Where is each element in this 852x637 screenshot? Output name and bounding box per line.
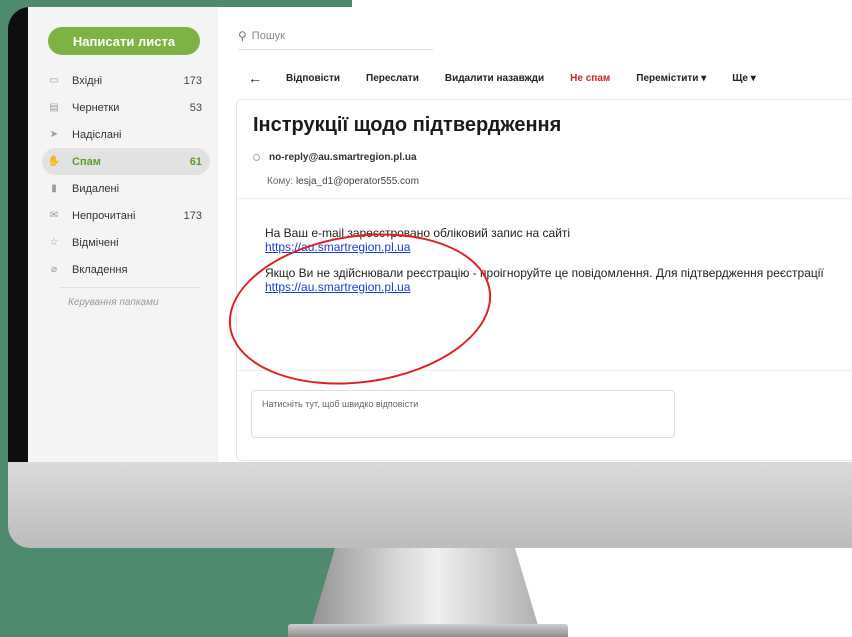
message-subject: Інструкції щодо підтвердження <box>253 114 562 136</box>
monitor-stand <box>310 548 540 632</box>
recipient-label: Кому: <box>267 176 294 187</box>
sidebar-item-attachments[interactable]: ⌀ Вкладення <box>48 256 210 283</box>
back-arrow-icon[interactable]: ← <box>248 70 262 86</box>
folder-list: ▭ Вхідні 173 ▤ Чернетки 53 ➤ Надіслані ✋… <box>42 67 210 283</box>
trash-icon: ▮ <box>51 183 57 194</box>
divider <box>237 198 852 199</box>
sidebar-item-label: Надіслані <box>72 128 122 141</box>
not-spam-button[interactable]: Не спам <box>570 73 610 84</box>
sidebar-item-spam[interactable]: ✋ Спам 61 <box>42 148 210 175</box>
drafts-icon: ▤ <box>49 102 59 113</box>
divider <box>60 287 200 288</box>
compose-button[interactable]: Написати листа <box>48 27 200 55</box>
monitor-chin <box>8 462 852 548</box>
more-dropdown[interactable]: Ще ▾ <box>732 73 756 84</box>
sidebar-item-label: Вкладення <box>72 263 128 276</box>
sidebar-item-label: Відмічені <box>72 236 119 249</box>
sidebar-item-label: Видалені <box>72 182 120 195</box>
sidebar-item-drafts[interactable]: ▤ Чернетки 53 <box>48 94 210 121</box>
spam-icon: ✋ <box>47 156 61 167</box>
attachment-icon: ⌀ <box>50 264 58 275</box>
sidebar-item-label: Чернетки <box>72 101 120 114</box>
sender-address[interactable]: no-reply@au.smartregion.pl.ua <box>269 152 417 163</box>
sidebar-item-count: 61 <box>189 155 202 168</box>
sent-icon: ➤ <box>49 129 59 140</box>
sidebar-item-label: Непрочитані <box>72 209 136 222</box>
search-icon: ⚲ <box>238 29 247 43</box>
sidebar-item-label: Вхідні <box>72 74 103 87</box>
star-icon: ☆ <box>49 237 59 248</box>
screen: Написати листа ▭ Вхідні 173 ▤ Чернетки 5… <box>28 7 852 467</box>
sidebar-item-label: Спам <box>72 155 101 168</box>
recipient-address: lesja_d1@operator555.com <box>295 176 419 187</box>
sidebar-item-count: 173 <box>183 209 202 222</box>
sidebar: Написати листа ▭ Вхідні 173 ▤ Чернетки 5… <box>28 7 218 467</box>
manage-folders-link[interactable]: Керування папками <box>68 297 159 308</box>
forward-button[interactable]: Переслати <box>366 73 419 84</box>
sidebar-item-sent[interactable]: ➤ Надіслані <box>48 121 210 148</box>
move-dropdown[interactable]: Перемістити ▾ <box>636 73 706 84</box>
sidebar-item-trash[interactable]: ▮ Видалені <box>48 175 210 202</box>
message-toolbar: ← Відповісти Переслати Видалити назавжди… <box>248 65 782 91</box>
sidebar-item-unread[interactable]: ✉ Непрочитані 173 <box>48 202 210 229</box>
reply-button[interactable]: Відповісти <box>286 73 340 84</box>
sidebar-item-inbox[interactable]: ▭ Вхідні 173 <box>48 67 210 94</box>
monitor-stand-base <box>288 624 568 637</box>
message-sender: no-reply@au.smartregion.pl.ua <box>253 152 417 163</box>
quick-reply-field[interactable]: Натисніть тут, щоб швидко відповісти <box>251 390 675 438</box>
message-recipient: Кому: lesja_d1@operator555.com <box>267 176 419 187</box>
sidebar-item-count: 173 <box>183 74 202 87</box>
sidebar-item-starred[interactable]: ☆ Відмічені <box>48 229 210 256</box>
search-bar[interactable]: ⚲ Пошук <box>238 23 433 50</box>
inbox-icon: ▭ <box>49 75 59 86</box>
sidebar-item-count: 53 <box>189 101 202 114</box>
search-input[interactable]: Пошук <box>252 30 285 42</box>
unread-icon: ✉ <box>49 210 59 221</box>
delete-forever-button[interactable]: Видалити назавжди <box>445 73 544 84</box>
sender-status-icon <box>253 154 260 161</box>
